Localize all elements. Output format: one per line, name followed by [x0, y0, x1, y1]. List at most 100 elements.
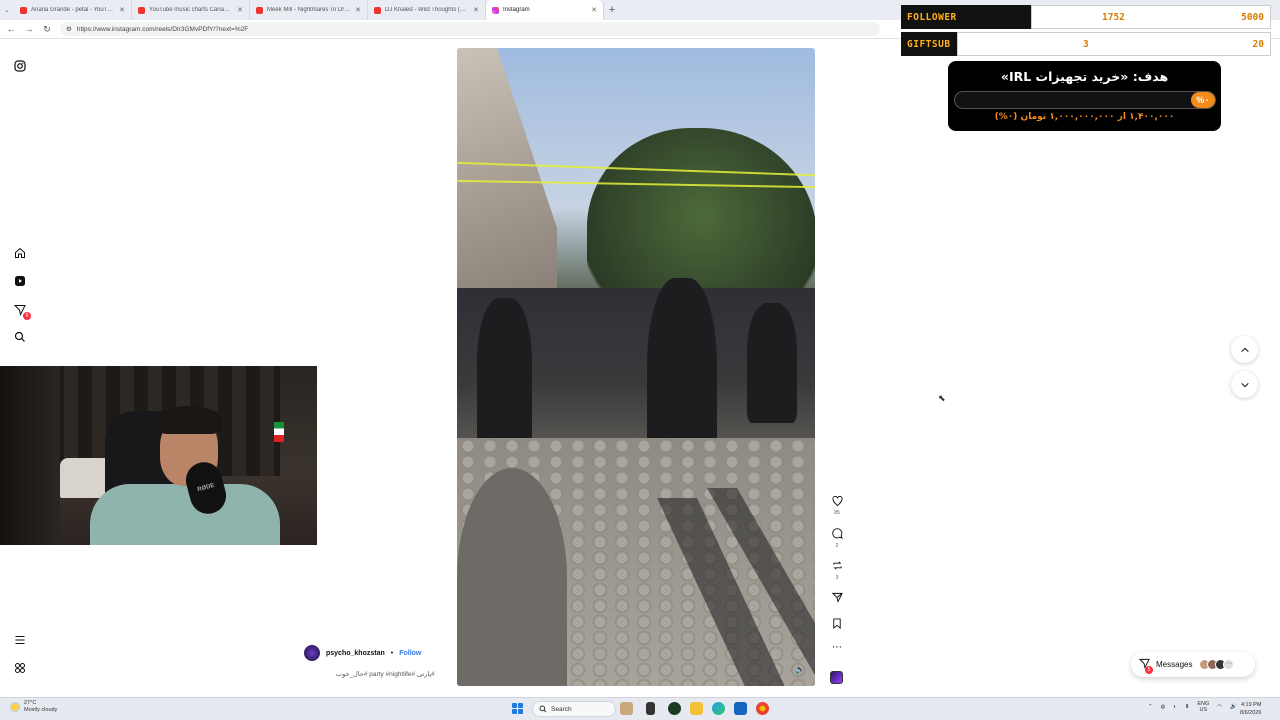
messages-label: Messages	[1156, 660, 1193, 669]
search-placeholder: Search	[551, 705, 572, 713]
previous-reel-button[interactable]	[1231, 336, 1258, 363]
close-tab-icon[interactable]: ✕	[591, 6, 597, 14]
close-tab-icon[interactable]: ✕	[119, 6, 125, 14]
giftsub-bar: 3 20	[957, 32, 1271, 56]
webcam-shirt	[90, 484, 280, 545]
share-button[interactable]	[829, 592, 845, 606]
browser-tab[interactable]: Ariana Grande - petal - YouTube ✕	[14, 0, 132, 20]
tab-list-chevron-icon[interactable]: ⌄	[4, 6, 14, 14]
tray-app-icon[interactable]: ◐	[1173, 704, 1176, 710]
tray-overflow-icon[interactable]: ⌃	[1148, 704, 1153, 710]
like-count: 85	[834, 510, 840, 516]
start-button[interactable]	[512, 703, 523, 714]
repost-count: 3	[835, 575, 839, 581]
file-explorer-icon[interactable]	[690, 702, 703, 715]
close-tab-icon[interactable]: ✕	[355, 6, 361, 14]
youtube-favicon-icon	[138, 6, 145, 14]
menu-icon[interactable]	[13, 633, 27, 647]
home-icon[interactable]	[13, 246, 27, 260]
message-avatars: ⋯	[1199, 659, 1235, 670]
url-field[interactable]: ⚙ https://www.instagram.com/reels/DIr3GM…	[60, 22, 880, 36]
system-tray: ⌃ ◍ ◐ ⬇ ENG US ◠ 🔊	[1148, 701, 1237, 713]
chrome-icon[interactable]	[756, 702, 769, 715]
follow-button[interactable]: Follow	[399, 650, 421, 657]
youtube-favicon-icon	[374, 6, 381, 14]
youtube-favicon-icon	[20, 6, 27, 14]
close-tab-icon[interactable]: ✕	[473, 6, 479, 14]
instagram-favicon-icon	[492, 6, 499, 14]
also-from-meta-icon[interactable]	[13, 661, 27, 675]
browser-tab[interactable]: YouTube music charts Canada To ✕	[132, 0, 250, 20]
task-view-icon[interactable]	[646, 702, 655, 715]
mute-icon[interactable]: 🔈	[795, 665, 805, 674]
language-indicator[interactable]: ENG US	[1197, 701, 1209, 713]
reel-caption: #پارتی #party #nightlife #حال_خوب	[336, 671, 435, 678]
flag-icon	[274, 422, 284, 442]
follower-counter: FOLLOWER 1752 5000	[901, 5, 1271, 29]
webcam-hair	[156, 406, 222, 434]
new-tab-button[interactable]: +	[604, 4, 620, 16]
streamer-webcam: RØDE	[0, 366, 317, 545]
more-options-icon[interactable]: ⋯	[829, 642, 845, 653]
goal-title: هدف: «خرید تجهیزات IRL»	[1000, 69, 1169, 84]
donation-goal-widget: هدف: «خرید تجهیزات IRL» %۰ ۱,۴۰۰,۰۰۰ از …	[948, 61, 1221, 131]
direct-messages-icon[interactable]: 6	[13, 303, 31, 320]
goal-progress-track	[954, 91, 1216, 109]
tray-app-icon[interactable]: ◍	[1161, 704, 1166, 710]
comment-button[interactable]: 2	[829, 528, 845, 549]
messages-icon: 5	[1138, 658, 1153, 674]
search-icon	[539, 705, 547, 713]
reels-icon[interactable]	[13, 274, 27, 288]
messages-button[interactable]: 5 Messages ⋯	[1131, 652, 1255, 677]
clock-date: 8/6/2026	[1240, 710, 1262, 716]
author-avatar[interactable]	[304, 645, 320, 661]
author-name[interactable]: psycho_khozstan	[326, 650, 385, 657]
goal-subtitle: ۱,۴۰۰,۰۰۰ از ۱,۰۰۰,۰۰۰,۰۰۰ تومان (۰%)	[994, 112, 1175, 122]
video-foreground-person	[457, 468, 567, 686]
tray-app-icon[interactable]: ⬇	[1185, 704, 1190, 710]
url-text: https://www.instagram.com/reels/DIr3GMvP…	[76, 25, 249, 33]
follower-label: FOLLOWER	[901, 5, 1031, 29]
repost-button[interactable]: 3	[829, 560, 845, 581]
browser-tab-active[interactable]: Instagram ✕	[486, 0, 604, 20]
youtube-favicon-icon	[256, 6, 263, 14]
giftsub-counter: GIFTSUB 3 20	[901, 32, 1271, 56]
follower-bar: 1752 5000	[1031, 5, 1271, 29]
back-icon[interactable]: ←	[6, 24, 16, 34]
search-icon[interactable]	[13, 330, 27, 344]
taskbar-app-icon[interactable]	[620, 702, 633, 715]
wifi-icon[interactable]: ◠	[1217, 704, 1222, 710]
follower-goal: 5000	[1241, 11, 1264, 23]
messages-badge: 5	[1145, 666, 1153, 674]
browser-tab[interactable]: Meek Mill - Nightmares To Dream ✕	[250, 0, 368, 20]
clock[interactable]: 4:19 PM 8/6/2026	[1240, 701, 1261, 717]
video-roof	[457, 48, 557, 288]
goal-percent-badge: %۰	[1191, 92, 1215, 108]
instagram-logo-icon[interactable]	[13, 59, 27, 73]
xbox-icon[interactable]	[668, 702, 681, 715]
notification-badge: 6	[23, 312, 31, 320]
edge-icon[interactable]	[712, 702, 725, 715]
forward-icon[interactable]: →	[24, 24, 34, 34]
reel-video[interactable]: 🔈	[457, 48, 815, 686]
browser-tab[interactable]: DJ Khaled - Wild Thoughts (Officia ✕	[368, 0, 486, 20]
site-info-icon[interactable]: ⚙	[66, 25, 72, 33]
giftsub-goal: 20	[1252, 38, 1264, 50]
reel-author: psycho_khozstan • Follow	[304, 645, 421, 661]
volume-icon[interactable]: 🔊	[1230, 704, 1237, 710]
taskbar-search[interactable]: Search	[532, 701, 616, 717]
separator-dot: •	[390, 649, 394, 657]
comment-count: 2	[835, 543, 839, 549]
weather-temp: 27°C	[24, 700, 37, 706]
video-person	[747, 303, 797, 423]
next-reel-button[interactable]	[1231, 371, 1258, 398]
giftsub-current: 3	[1083, 38, 1089, 50]
store-icon[interactable]	[734, 702, 747, 715]
like-button[interactable]: 85	[829, 496, 845, 516]
weather-icon	[10, 702, 20, 712]
reload-icon[interactable]: ↻	[42, 24, 52, 35]
save-button[interactable]	[829, 618, 845, 632]
weather-widget[interactable]: 27°C Mostly cloudy	[10, 700, 57, 714]
close-tab-icon[interactable]: ✕	[237, 6, 243, 14]
audio-avatar[interactable]	[830, 671, 843, 684]
